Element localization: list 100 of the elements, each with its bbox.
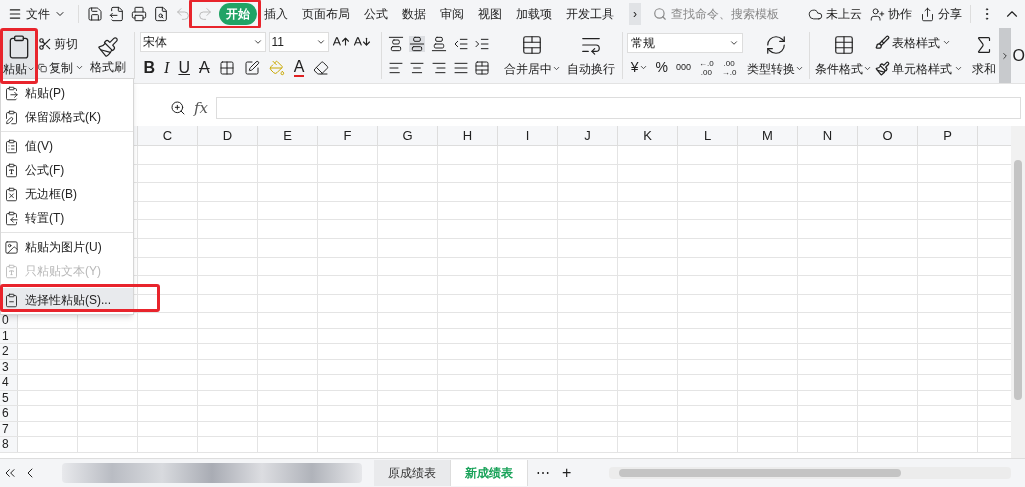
caret-icon xyxy=(551,64,561,73)
vertical-scrollbar[interactable] xyxy=(1011,126,1025,458)
conditional-format-button[interactable]: 条件格式 xyxy=(814,28,874,83)
font-color-button[interactable]: A xyxy=(293,58,305,77)
export-icon xyxy=(109,6,125,22)
table-style-button[interactable]: 表格样式 xyxy=(875,33,966,52)
bold-button[interactable]: B xyxy=(143,55,156,80)
italic-button[interactable]: I xyxy=(164,55,170,80)
clipboard-arrow-icon xyxy=(4,210,19,226)
underline-button[interactable]: U xyxy=(178,55,190,80)
cloud-icon xyxy=(808,6,823,22)
format-painter-button[interactable]: 格式刷 xyxy=(87,28,129,83)
paintbrush-icon xyxy=(96,35,119,58)
strikethrough-button[interactable]: A xyxy=(198,55,210,80)
decimal-button[interactable]: .00 →.0 xyxy=(721,58,737,77)
menu-item[interactable]: 转置(T) xyxy=(1,206,133,230)
column-header[interactable]: L xyxy=(678,126,738,145)
sum-button[interactable]: 求和 xyxy=(969,28,999,83)
sheet-tab[interactable]: 原成绩表 xyxy=(374,460,451,486)
column-header[interactable]: I xyxy=(498,126,558,145)
fx-label: fx xyxy=(194,97,208,119)
toolbar-button[interactable]: 分享 xyxy=(920,5,962,23)
align-top-icon xyxy=(387,35,404,52)
caret-icon xyxy=(638,63,648,72)
fill-color-icon xyxy=(268,59,285,76)
file-menu[interactable]: 文件 xyxy=(4,3,70,25)
convert-type-button[interactable]: 类型转换 xyxy=(746,28,806,83)
horizontal-scrollbar[interactable] xyxy=(609,467,1011,479)
caret-icon xyxy=(728,38,739,48)
table-icon xyxy=(832,33,855,56)
column-header[interactable]: P xyxy=(918,126,978,145)
wrap-text-button[interactable]: 自动换行 xyxy=(564,28,618,83)
zoom-icon xyxy=(170,100,186,116)
row-header[interactable]: 4 xyxy=(0,375,18,390)
row-header[interactable]: 2 xyxy=(0,344,18,359)
annotation-frame xyxy=(0,28,38,84)
add-sheet-button[interactable]: + xyxy=(558,461,576,485)
font-select[interactable]: 宋体 xyxy=(139,31,266,52)
align-middle-icon xyxy=(409,35,426,52)
column-header[interactable]: N xyxy=(798,126,858,145)
column-header[interactable]: O xyxy=(858,126,918,145)
save-icon xyxy=(87,6,103,22)
paste-icon xyxy=(4,85,19,101)
caret-icon xyxy=(75,63,85,72)
menu-item[interactable]: 选择性粘贴(S)... xyxy=(1,288,133,312)
column-header[interactable]: F xyxy=(318,126,378,145)
ribbon-tab[interactable]: 插入 xyxy=(257,3,295,25)
more-tabs-button[interactable]: › xyxy=(629,3,641,25)
undo-icon xyxy=(175,6,191,22)
column-header[interactable]: D xyxy=(198,126,258,145)
ribbon-tab[interactable]: 审阅 xyxy=(433,3,471,25)
ribbon-tab[interactable]: 开发工具 xyxy=(559,3,621,25)
thousands-button[interactable]: 000 xyxy=(676,63,692,72)
ribbon-tab[interactable]: 数据 xyxy=(395,3,433,25)
fill-style-icon xyxy=(243,59,260,76)
ribbon-tab[interactable]: 公式 xyxy=(357,3,395,25)
ribbon-scroll-button[interactable] xyxy=(998,28,1011,83)
menu-item[interactable]: 值(V) xyxy=(1,134,133,158)
cut-button[interactable]: 剪切 xyxy=(38,34,85,53)
row-header[interactable]: 8 xyxy=(0,437,18,452)
caret-icon xyxy=(863,64,873,73)
column-header[interactable]: J xyxy=(558,126,618,145)
column-header[interactable]: G xyxy=(378,126,438,145)
toolbar-button[interactable]: 未上云 xyxy=(808,5,862,23)
image-icon xyxy=(4,239,19,255)
clipboard-text-icon xyxy=(4,263,19,279)
ribbon-tab[interactable]: 页面布局 xyxy=(295,3,357,25)
menu-item[interactable]: 粘贴为图片(U) xyxy=(1,235,133,259)
currency-button[interactable]: ¥ xyxy=(630,57,648,78)
column-header[interactable]: K xyxy=(618,126,678,145)
preview-icon xyxy=(153,6,169,22)
menu-item[interactable]: 粘贴(P) xyxy=(1,81,133,105)
copy-button[interactable]: 复制 xyxy=(38,58,85,77)
column-header[interactable]: H xyxy=(438,126,498,145)
more-sheets-button[interactable]: ⋯ xyxy=(532,462,554,484)
ribbon-tab[interactable]: 视图 xyxy=(471,3,509,25)
eraser-icon xyxy=(313,59,330,76)
toolbar-button[interactable]: 协作 xyxy=(870,5,912,23)
cell-style-button[interactable]: 单元格样式 xyxy=(875,59,966,78)
decimal-button[interactable]: ←.0 .00 xyxy=(699,58,714,77)
column-header[interactable]: C xyxy=(138,126,198,145)
menu-icon xyxy=(8,7,22,21)
menu-item[interactable]: 公式(F) xyxy=(1,158,133,182)
caret-icon xyxy=(795,64,805,73)
row-header[interactable]: 6 xyxy=(0,406,18,421)
search-icon xyxy=(653,7,667,21)
border-icon xyxy=(218,59,235,76)
menu-item[interactable]: 无边框(B) xyxy=(1,182,133,206)
percent-button[interactable]: % xyxy=(655,57,669,78)
ribbon-tab[interactable]: 加载项 xyxy=(509,3,559,25)
merge-center-button[interactable]: 合并居中 xyxy=(503,28,561,83)
redo-icon xyxy=(197,6,213,22)
column-header[interactable]: E xyxy=(258,126,318,145)
clipped-text: O xyxy=(1012,45,1025,66)
column-header[interactable]: M xyxy=(738,126,798,145)
font-size-select[interactable]: 11 xyxy=(268,31,329,52)
formula-input[interactable] xyxy=(216,97,1021,119)
menu-item[interactable]: 保留源格式(K) xyxy=(1,105,133,129)
number-format-select[interactable]: 常规 xyxy=(626,33,743,53)
add-user-icon xyxy=(870,6,885,22)
